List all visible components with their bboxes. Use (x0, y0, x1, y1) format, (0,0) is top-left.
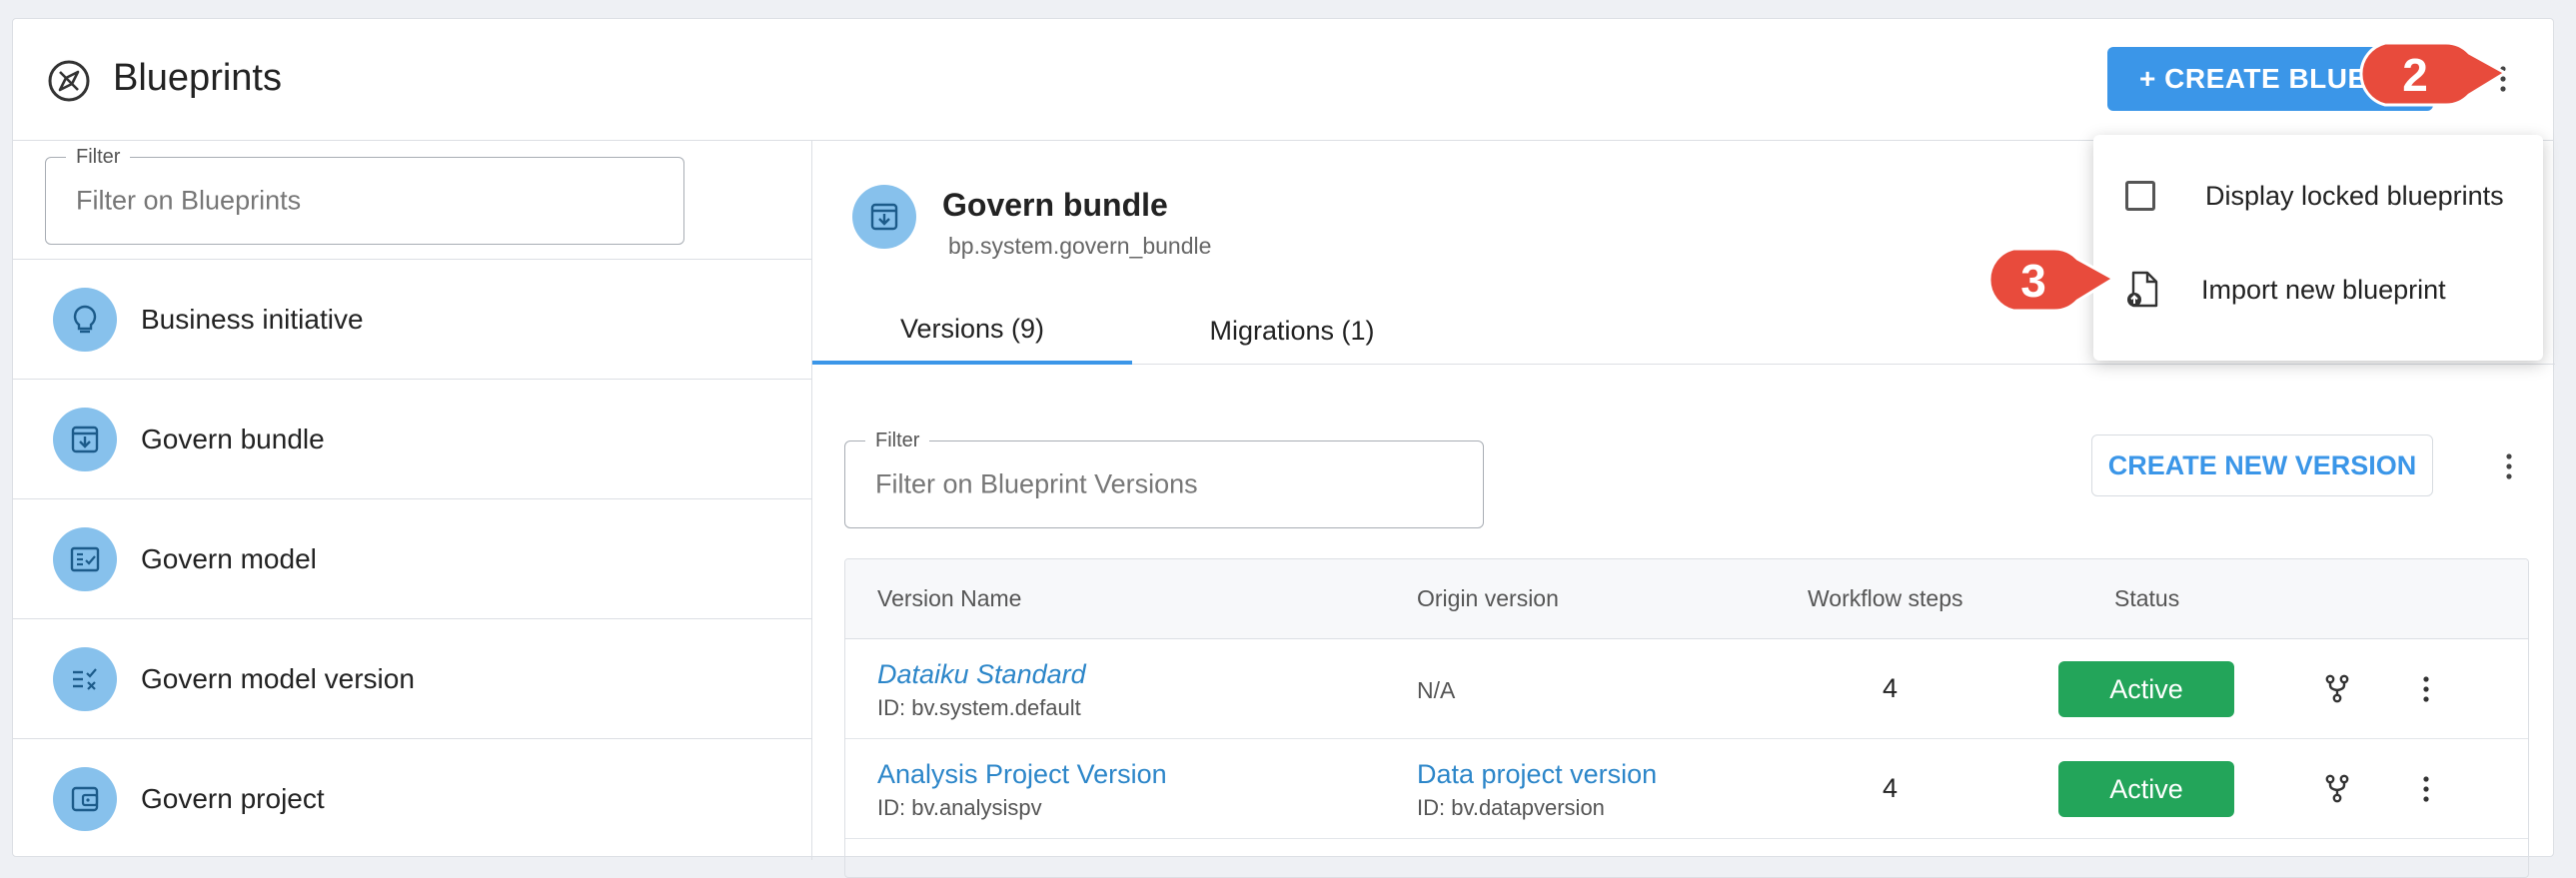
row-more-options-button[interactable] (2406, 659, 2446, 719)
row-more-options-button[interactable] (2406, 759, 2446, 819)
bundle-icon (852, 185, 916, 249)
version-id: ID: bv.system.default (877, 695, 1081, 720)
blueprints-panel: Blueprints + CREATE BLUEPRINT Filter Fil… (12, 18, 2555, 878)
filter-placeholder: Filter on Blueprint Versions (875, 468, 1198, 499)
kebab-icon (2423, 676, 2429, 702)
sidebar-item-label: Business initiative (141, 303, 364, 335)
blueprint-sidebar: Filter Filter on Blueprints Business ini… (13, 141, 812, 860)
version-filter-input[interactable]: Filter Filter on Blueprint Versions (844, 430, 1484, 528)
kebab-icon (2506, 453, 2512, 479)
blueprint-filter-input[interactable]: Filter Filter on Blueprints (45, 146, 684, 245)
sidebar-item-govern-bundle[interactable]: Govern bundle (13, 379, 811, 498)
callout-number: 2 (2402, 49, 2428, 101)
create-new-version-button[interactable]: CREATE NEW VERSION (2091, 435, 2433, 496)
sidebar-item-business-initiative[interactable]: Business initiative (13, 259, 811, 379)
menu-item-import-blueprint[interactable]: Import new blueprint (2093, 245, 2543, 335)
version-name-link[interactable]: Analysis Project Version (877, 759, 1167, 790)
workflow-steps: 4 (1883, 673, 1899, 703)
kebab-icon (2423, 776, 2429, 802)
column-header: Status (2114, 585, 2180, 611)
version-more-options-button[interactable] (2489, 437, 2529, 496)
project-icon (53, 766, 117, 831)
sidebar-item-label: Govern model (141, 542, 317, 574)
origin-version-id: ID: bv.datapversion (1417, 795, 1605, 820)
tab-versions[interactable]: Versions (9) (812, 297, 1132, 365)
sidebar-item-label: Govern model version (141, 662, 415, 694)
filter-legend: Filter (66, 146, 131, 169)
blueprint-title: Govern bundle (942, 187, 1168, 223)
fork-icon[interactable] (2322, 773, 2352, 803)
version-id: ID: bv.analysispv (877, 795, 1042, 820)
menu-item-label: Display locked blueprints (2205, 180, 2504, 211)
page-title: Blueprints (113, 57, 282, 99)
fork-icon[interactable] (2322, 673, 2352, 703)
status-badge: Active (2058, 761, 2234, 817)
more-options-menu: Display locked blueprints Import new blu… (2093, 135, 2543, 361)
lightbulb-icon (53, 287, 117, 352)
versions-table: Version Name Origin version Workflow ste… (844, 558, 2529, 878)
step-callout-3: 3 (1973, 241, 2121, 321)
sidebar-item-govern-model-version[interactable]: Govern model version (13, 618, 811, 738)
import-file-icon (2127, 271, 2158, 308)
version-name-link[interactable]: Dataiku Standard (877, 659, 1086, 690)
blueprint-id: bp.system.govern_bundle (948, 233, 1212, 259)
compass-icon (48, 60, 90, 102)
step-callout-2: 2 (2345, 35, 2515, 115)
table-row[interactable]: Dataiku Standard ID: bv.system.default N… (845, 639, 2528, 739)
callout-number: 3 (2020, 255, 2046, 307)
origin-version: N/A (1417, 677, 1456, 703)
bundle-icon (53, 407, 117, 471)
sidebar-item-label: Govern project (141, 782, 325, 814)
model-version-icon (53, 646, 117, 711)
workflow-steps: 4 (1883, 773, 1899, 803)
model-icon (53, 526, 117, 591)
status-badge: Active (2058, 661, 2234, 717)
column-header: Origin version (1417, 585, 1559, 611)
table-row[interactable]: Analysis Project Version ID: bv.analysis… (845, 739, 2528, 839)
page-header: Blueprints + CREATE BLUEPRINT (13, 19, 2553, 141)
display-locked-checkbox[interactable] (2125, 181, 2155, 211)
menu-item-label: Import new blueprint (2201, 274, 2446, 305)
column-header: Version Name (877, 585, 1022, 611)
filter-placeholder: Filter on Blueprints (76, 185, 302, 216)
blueprint-list: Business initiative Govern bundle Govern… (13, 259, 811, 858)
sidebar-item-govern-project[interactable]: Govern project (13, 738, 811, 858)
sidebar-item-label: Govern bundle (141, 423, 325, 454)
table-header: Version Name Origin version Workflow ste… (845, 559, 2528, 639)
column-header: Workflow steps (1808, 585, 1963, 611)
menu-item-display-locked[interactable]: Display locked blueprints (2093, 151, 2543, 241)
sidebar-item-govern-model[interactable]: Govern model (13, 498, 811, 618)
origin-version-link[interactable]: Data project version (1417, 759, 1657, 790)
tab-migrations[interactable]: Migrations (1) (1132, 297, 1452, 365)
filter-legend: Filter (865, 430, 930, 452)
